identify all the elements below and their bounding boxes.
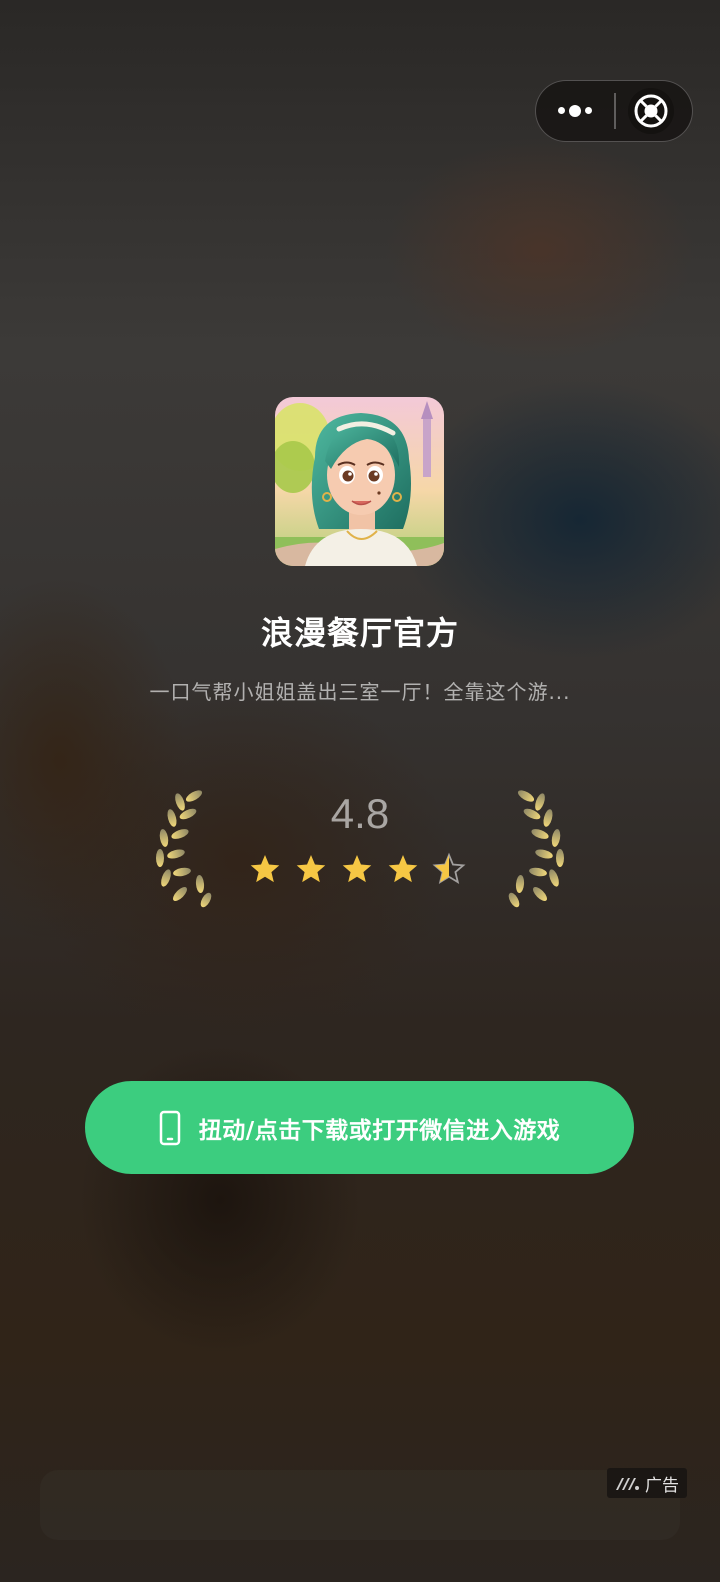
game-character-avatar [275,397,444,566]
capsule-divider [614,93,616,129]
download-open-button[interactable]: 扭动/点击下载或打开微信进入游戏 [85,1081,634,1174]
mini-program-capsule [535,80,693,142]
ad-label: 广告 [645,1475,679,1496]
app-icon [275,397,444,566]
app-description: 一口气帮小姐姐盖出三室一厅！全靠这个游... [149,680,571,704]
rating-stars [250,852,466,885]
phone-icon [159,1110,181,1146]
laurel-right-icon [508,790,564,908]
target-close-icon [634,94,668,128]
rating-star [296,855,326,883]
app-name: 浪漫餐厅官方 [260,614,459,652]
rating-star [388,855,418,883]
rating-score: 4.8 [330,790,390,837]
ad-logo-icon [616,1478,639,1490]
close-button[interactable] [628,88,674,134]
rating-star [342,855,372,883]
bottom-panel [40,1470,680,1540]
rating-star [432,852,466,885]
download-open-label: 扭动/点击下载或打开微信进入游戏 [198,1117,561,1144]
ad-badge[interactable]: 广告 [607,1468,687,1498]
rating-star [250,855,280,883]
more-dots-icon [554,104,596,117]
more-button[interactable] [536,81,614,140]
